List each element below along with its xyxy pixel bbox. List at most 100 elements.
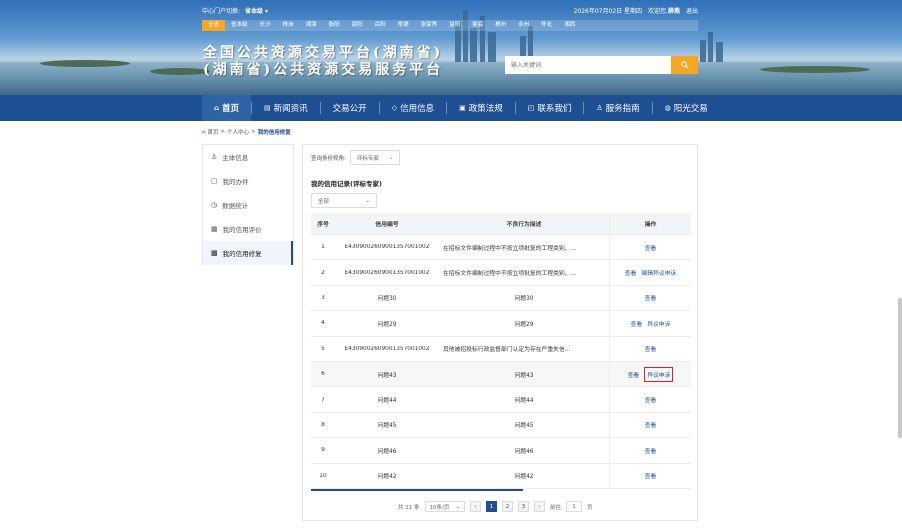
table-row: 3 问题30 问题30 查看 bbox=[311, 285, 691, 312]
city-tab[interactable]: 娄底 bbox=[466, 20, 489, 31]
city-tab[interactable]: 长沙 bbox=[254, 20, 277, 31]
sidebar-item-label: 数据统计 bbox=[222, 202, 249, 210]
city-tab[interactable]: 株洲 bbox=[277, 20, 300, 31]
view-link[interactable]: 查看 bbox=[645, 344, 657, 353]
city-tab[interactable]: 邵阳 bbox=[346, 20, 369, 31]
search-icon bbox=[680, 61, 689, 69]
sidebar-item[interactable]: ▢ 我的办件 bbox=[203, 169, 293, 193]
sidebar-item[interactable]: ◷ 数据统计 bbox=[203, 193, 293, 217]
page-button[interactable]: 1 bbox=[485, 501, 497, 512]
nav-item[interactable]: ◇ 信用信息 bbox=[380, 95, 446, 121]
goto-page-input[interactable]: 1 bbox=[565, 501, 582, 512]
identity-filter: 查询身份视角: 评标专家 ⌄ bbox=[311, 150, 401, 165]
prev-page-button[interactable]: ‹ bbox=[469, 501, 481, 512]
city-tab[interactable]: 湘西 bbox=[558, 20, 581, 31]
row-actions: 查看 bbox=[609, 235, 691, 260]
city-tab[interactable]: 怀化 bbox=[535, 20, 558, 31]
city-tab[interactable]: 张家界 bbox=[415, 20, 444, 31]
table-row: 1 E4309002609001357001002 在招标文件编制过程中不按立项批复… bbox=[311, 235, 691, 261]
row-actions: 查看 bbox=[609, 387, 691, 412]
nav-icon: ◍ bbox=[664, 104, 671, 112]
view-link[interactable]: 查看 bbox=[645, 395, 657, 404]
city-tab[interactable]: 岳阳 bbox=[369, 20, 392, 31]
misconduct-description: 问题45 bbox=[514, 423, 534, 430]
scope-select[interactable]: 全部 ⌄ bbox=[311, 193, 377, 208]
city-tab[interactable]: 省本级 bbox=[225, 20, 254, 31]
nav-item[interactable]: ◍ 阳光交易 bbox=[653, 95, 720, 121]
nav-item-label: 阳光交易 bbox=[673, 104, 708, 114]
page-button[interactable]: 2 bbox=[501, 501, 513, 512]
breadcrumb: ⌂ 首页 > 个人中心 > 我的信用修复 bbox=[202, 128, 291, 136]
nav-item-label: 政策法规 bbox=[468, 104, 503, 114]
nav-item[interactable]: ▤ 新闻资讯 bbox=[252, 95, 320, 121]
row-number: 10 bbox=[319, 472, 327, 479]
view-link[interactable]: 查看 bbox=[645, 446, 657, 455]
breadcrumb-current: 我的信用修复 bbox=[257, 130, 291, 136]
row-number: 9 bbox=[321, 447, 325, 454]
view-link[interactable]: 查看 bbox=[625, 268, 637, 277]
city-tab[interactable]: 湘潭 bbox=[300, 20, 323, 31]
nav-item[interactable]: ♙ 服务指南 bbox=[584, 95, 651, 121]
sidebar-item-label: 我的信用修复 bbox=[222, 250, 262, 258]
next-page-button[interactable]: › bbox=[533, 501, 545, 512]
view-link[interactable]: 查看 bbox=[628, 370, 640, 379]
nav-item[interactable]: 交易公开 bbox=[321, 95, 379, 121]
nav-item[interactable]: ◰ 联系我们 bbox=[516, 95, 584, 121]
view-link[interactable]: 查看 bbox=[645, 420, 657, 429]
view-link[interactable]: 查看 bbox=[645, 293, 657, 302]
breadcrumb-mid[interactable]: 个人中心 bbox=[227, 128, 249, 136]
nav-item-label: 新闻资讯 bbox=[273, 104, 308, 114]
breadcrumb-home[interactable]: 首页 bbox=[208, 128, 219, 136]
nav-item[interactable]: ▣ 政策法规 bbox=[447, 95, 515, 121]
misconduct-description: 在招标文件编制过程中不按立项批复的工程类别、... bbox=[443, 245, 577, 252]
search-button[interactable] bbox=[671, 56, 698, 74]
rating-icon: ▦ bbox=[211, 225, 218, 233]
page-size-select[interactable]: 10条/页 ⌄ bbox=[424, 501, 465, 512]
sidebar-item[interactable]: ▩ 我的信用修复 bbox=[203, 241, 293, 265]
search-input[interactable] bbox=[505, 56, 671, 74]
credit-code: E4309002609001357001002 bbox=[344, 345, 430, 352]
credit-record-table: 序号 信用编号 不良行为描述 操作 1 E4309002609001357001002 在招… bbox=[311, 213, 691, 489]
table-horizontal-scrollbar[interactable] bbox=[311, 489, 523, 491]
appeal-link[interactable]: 异议申诉 bbox=[647, 319, 670, 328]
caret-down-icon: ▾ bbox=[264, 7, 268, 15]
logout-link[interactable]: 退出 bbox=[686, 6, 698, 15]
appeal-link[interactable]: 编辑异议申诉 bbox=[641, 268, 676, 277]
appeal-link[interactable]: 异议申诉 bbox=[644, 366, 674, 382]
city-tab[interactable]: 全省 bbox=[202, 20, 226, 31]
scope-select-value: 全部 bbox=[318, 198, 330, 205]
credit-code: 问题42 bbox=[377, 474, 397, 481]
city-tab[interactable]: 常德 bbox=[392, 20, 415, 31]
table-row: 8 问题45 问题45 查看 bbox=[311, 412, 691, 439]
view-link[interactable]: 查看 bbox=[631, 319, 643, 328]
main-nav: ⌂ 首页 ▤ 新闻资讯 交易公开 ◇ 信用信息 ▣ 政策法规 ◰ 联系我们 ♙ 服务指南 ◍ 阳光交易 bbox=[0, 95, 902, 121]
credit-repair-panel: 查询身份视角: 评标专家 ⌄ 我的信用记录(评标专家) 全部 ⌄ 序号 信用编号 不… bbox=[302, 144, 698, 521]
chevron-down-icon: ⌄ bbox=[388, 154, 394, 161]
city-tab[interactable]: 衡阳 bbox=[323, 20, 346, 31]
home-icon: ⌂ bbox=[202, 129, 206, 135]
sidebar-item[interactable]: ▦ 我的信用评价 bbox=[203, 217, 293, 241]
page-button[interactable]: 3 bbox=[517, 501, 529, 512]
credit-code: E4309002609001357001002 bbox=[344, 244, 430, 251]
current-date: 2026年07月02日 星期四 bbox=[573, 7, 643, 15]
city-tab[interactable]: 益阳 bbox=[443, 20, 466, 31]
row-actions: 查看 异议申诉 bbox=[609, 361, 691, 387]
sidebar-item[interactable]: ♙ 主体信息 bbox=[203, 145, 293, 169]
view-link[interactable]: 查看 bbox=[645, 471, 657, 480]
portal-switch[interactable]: 中心门户切换: 省本级 ▾ bbox=[202, 6, 268, 15]
credit-code: 问题29 bbox=[377, 321, 397, 328]
row-number: 8 bbox=[321, 421, 325, 428]
row-number: 6 bbox=[321, 371, 325, 378]
row-number: 5 bbox=[321, 345, 325, 352]
misconduct-description: 在招标文件编制过程中不按立项批复的工程类别、... bbox=[443, 271, 577, 278]
credit-code: 问题44 bbox=[377, 398, 397, 405]
page-scrollbar[interactable] bbox=[898, 298, 902, 438]
view-link[interactable]: 查看 bbox=[645, 243, 657, 252]
identity-select-value: 评标专家 bbox=[356, 155, 379, 162]
city-tab[interactable]: 郴州 bbox=[489, 20, 512, 31]
row-actions: 查看 bbox=[609, 336, 691, 361]
identity-select[interactable]: 评标专家 ⌄ bbox=[349, 150, 401, 165]
city-tab[interactable]: 永州 bbox=[512, 20, 535, 31]
nav-item[interactable]: ⌂ 首页 bbox=[202, 95, 252, 121]
misconduct-description: 问题30 bbox=[514, 296, 534, 303]
